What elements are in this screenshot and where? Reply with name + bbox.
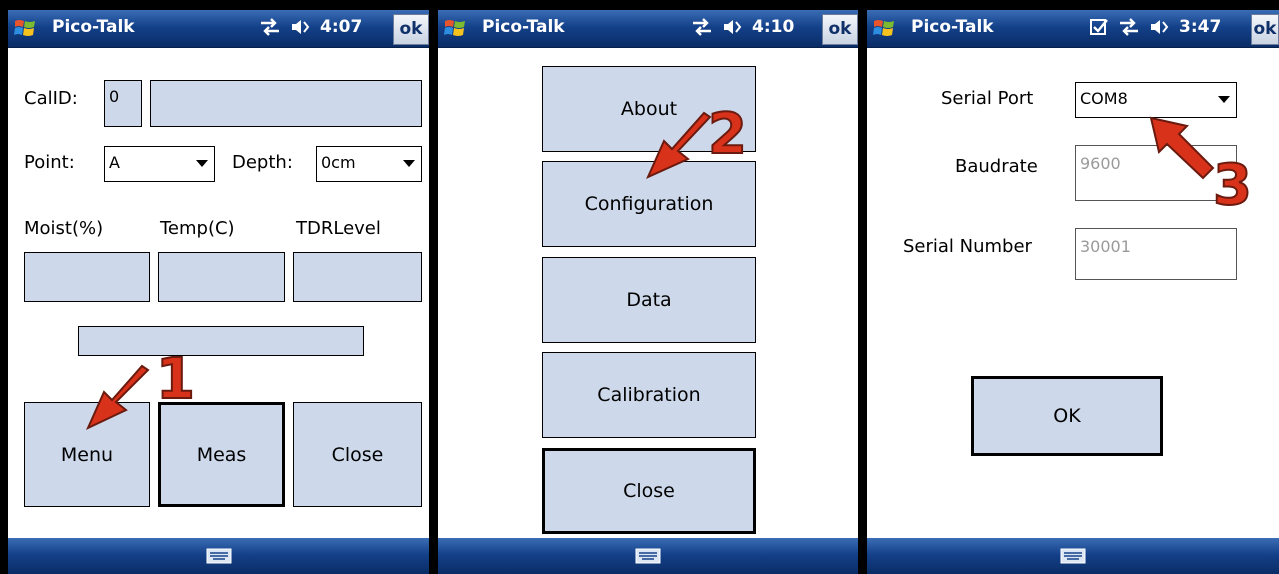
serial-number-label: Serial Number (903, 236, 1032, 257)
speaker-icon[interactable] (1149, 17, 1171, 37)
ok-confirm-button[interactable]: OK (971, 376, 1163, 456)
calibration-button[interactable]: Calibration (542, 352, 756, 438)
screen-configuration: Pico-Talk 3:47 ok Serial Port COM8 Baudr… (867, 10, 1279, 574)
close-button[interactable]: Close (293, 402, 422, 507)
status-area: 4:07 (258, 17, 362, 37)
windows-flag-icon[interactable] (872, 16, 896, 40)
annotation-arrow-3: 3 (1149, 116, 1253, 210)
bottom-bar (438, 538, 858, 574)
serial-number-input[interactable]: 30001 (1075, 228, 1237, 280)
annotation-arrow-1: 1 (85, 346, 196, 431)
temp-label: Temp(C) (160, 218, 235, 239)
annotation-number-3: 3 (1213, 153, 1252, 210)
temp-output[interactable] (158, 252, 285, 302)
calid-input[interactable]: 0 (104, 80, 142, 127)
clock[interactable]: 4:07 (320, 17, 362, 37)
tdrlevel-label: TDRLevel (296, 218, 381, 239)
point-label: Point: (24, 152, 75, 173)
connectivity-arrows-icon[interactable] (690, 17, 714, 37)
calid-label: CalID: (24, 88, 78, 109)
ok-button[interactable]: ok (393, 14, 429, 45)
serial-port-label: Serial Port (941, 88, 1034, 109)
bottom-bar (867, 538, 1279, 574)
connectivity-arrows-icon[interactable] (258, 17, 282, 37)
calid-description-field[interactable] (150, 80, 422, 127)
windows-flag-icon[interactable] (13, 16, 37, 40)
title-bar: Pico-Talk 3:47 ok (867, 10, 1279, 48)
keyboard-icon[interactable] (206, 548, 232, 564)
point-value: A (109, 153, 120, 172)
app-title: Pico-Talk (482, 17, 565, 37)
depth-value: 0cm (321, 153, 356, 172)
speaker-icon[interactable] (290, 17, 312, 37)
annotation-number-1: 1 (156, 347, 195, 412)
checkbox-notification-icon[interactable] (1089, 17, 1109, 37)
tdrlevel-output[interactable] (293, 252, 422, 302)
title-bar: Pico-Talk 4:07 ok (8, 10, 429, 48)
keyboard-icon[interactable] (635, 548, 661, 564)
screen-menu: Pico-Talk 4:10 ok About Configuration Da… (438, 10, 858, 574)
baudrate-label: Baudrate (955, 156, 1038, 177)
bottom-bar (8, 538, 429, 574)
annotation-arrow-2: 2 (646, 101, 748, 179)
depth-label: Depth: (232, 152, 293, 173)
connectivity-arrows-icon[interactable] (1117, 17, 1141, 37)
clock[interactable]: 3:47 (1179, 17, 1221, 37)
chevron-down-icon (1218, 96, 1230, 103)
speaker-icon[interactable] (722, 17, 744, 37)
status-area: 3:47 (1089, 17, 1221, 37)
screen-main: Pico-Talk 4:07 ok CalID: 0 Point: A Dept… (8, 10, 429, 574)
ok-button[interactable]: ok (1251, 14, 1279, 45)
moist-label: Moist(%) (24, 218, 104, 239)
app-title: Pico-Talk (52, 17, 135, 37)
point-dropdown[interactable]: A (104, 146, 215, 182)
keyboard-icon[interactable] (1060, 548, 1086, 564)
ok-button[interactable]: ok (822, 14, 858, 45)
status-area: 4:10 (690, 17, 794, 37)
depth-dropdown[interactable]: 0cm (316, 146, 422, 182)
data-button[interactable]: Data (542, 257, 756, 343)
serial-port-value: COM8 (1080, 89, 1128, 108)
chevron-down-icon (403, 160, 415, 167)
annotation-number-2: 2 (708, 102, 747, 167)
close-button[interactable]: Close (542, 448, 756, 534)
app-title: Pico-Talk (911, 17, 994, 37)
moist-output[interactable] (24, 252, 150, 302)
chevron-down-icon (196, 160, 208, 167)
windows-flag-icon[interactable] (443, 16, 467, 40)
title-bar: Pico-Talk 4:10 ok (438, 10, 858, 48)
clock[interactable]: 4:10 (752, 17, 794, 37)
